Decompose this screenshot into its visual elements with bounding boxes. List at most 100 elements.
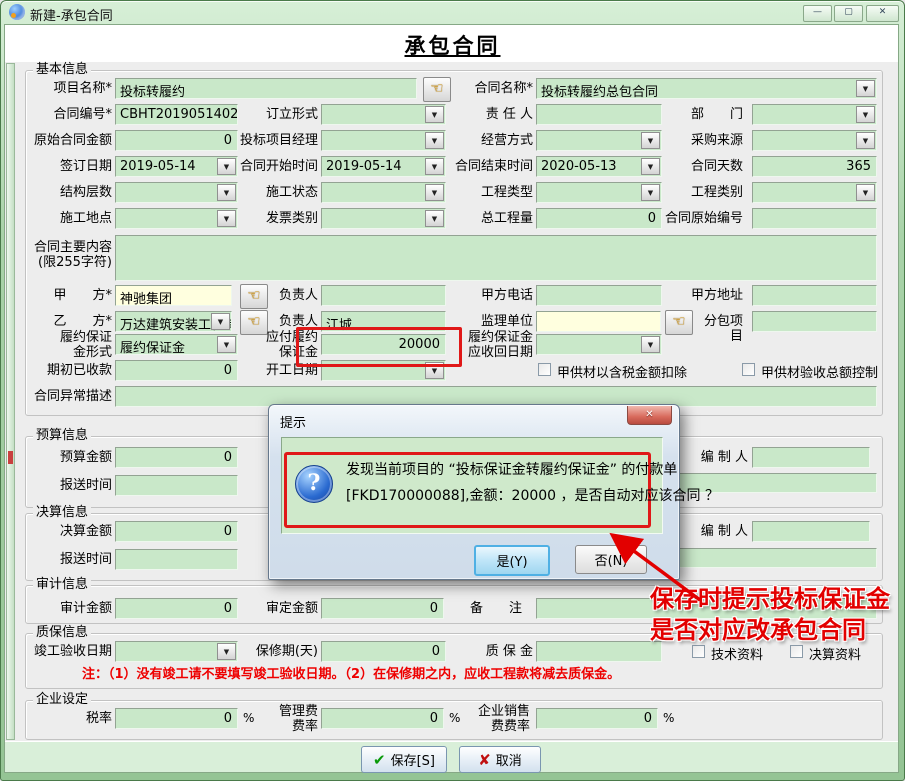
chevron-down-icon[interactable]: ▼	[217, 210, 236, 227]
contract-name-select[interactable]: 投标转履约总包合同▼	[536, 78, 877, 99]
approved-amount-input[interactable]: 0	[321, 598, 444, 619]
settlement-submit-time-input[interactable]	[115, 549, 238, 570]
supervisor-input[interactable]	[536, 311, 661, 332]
label-project-type: 工程类型	[450, 185, 533, 200]
label-location: 施工地点	[25, 211, 112, 226]
party-a-picker-button[interactable]: ☜	[240, 284, 268, 309]
bid-manager-select[interactable]: ▼	[321, 130, 446, 151]
label-original-no: 合同原始编号	[660, 211, 743, 226]
chevron-down-icon[interactable]: ▼	[211, 313, 230, 330]
acceptance-control-checkbox[interactable]	[742, 363, 755, 376]
tech-docs-checkbox[interactable]	[692, 645, 705, 658]
label-party-a-address: 甲方地址	[665, 288, 743, 303]
contract-days-input[interactable]: 365	[752, 156, 877, 177]
initial-received-input[interactable]: 0	[115, 360, 238, 381]
establish-form-select[interactable]: ▼	[321, 104, 446, 125]
start-time-value: 2019-05-14	[326, 159, 402, 174]
chevron-down-icon[interactable]: ▼	[856, 184, 875, 201]
project-type-select[interactable]: ▼	[536, 182, 662, 203]
chevron-down-icon[interactable]: ▼	[641, 132, 660, 149]
retention-input[interactable]	[536, 641, 662, 662]
construction-status-select[interactable]: ▼	[321, 182, 446, 203]
dialog-message: 发现当前项目的 “投标保证金转履约保证金” 的付款单 [FKD170000088…	[346, 457, 646, 509]
label-main-content: 合同主要内容 (限255字符)	[25, 240, 112, 270]
acceptance-date-picker[interactable]: ▼	[115, 641, 238, 662]
management-rate-input[interactable]: 0	[321, 708, 444, 729]
chevron-down-icon[interactable]: ▼	[425, 132, 444, 149]
invoice-type-select[interactable]: ▼	[321, 208, 446, 229]
chevron-down-icon[interactable]: ▼	[425, 210, 444, 227]
chevron-down-icon[interactable]: ▼	[856, 132, 875, 149]
chevron-down-icon[interactable]: ▼	[856, 106, 875, 123]
purchase-source-select[interactable]: ▼	[752, 130, 877, 151]
chevron-down-icon[interactable]: ▼	[425, 106, 444, 123]
party-a-phone-input[interactable]	[536, 285, 662, 306]
supervisor-picker-button[interactable]: ☜	[665, 310, 693, 335]
sign-date-picker[interactable]: 2019-05-14▼	[115, 156, 238, 177]
label-party-b: 乙 方*	[25, 314, 112, 329]
party-a-address-input[interactable]	[752, 285, 877, 306]
question-icon: ?	[295, 465, 333, 503]
label-sign-date: 签订日期	[25, 159, 112, 174]
minimize-button[interactable]: —	[803, 5, 832, 22]
chevron-down-icon[interactable]: ▼	[856, 80, 875, 97]
responsible-input[interactable]	[536, 104, 662, 125]
deposit-form-select[interactable]: 履约保证金▼	[115, 334, 238, 355]
management-rate-unit: %	[449, 711, 460, 725]
deposit-return-date-picker[interactable]: ▼	[536, 334, 662, 355]
tax-rate-input[interactable]: 0	[115, 708, 238, 729]
project-name-input[interactable]: 投标转履约	[115, 78, 417, 99]
project-name-picker-button[interactable]: ☜	[423, 77, 451, 102]
label-retention: 质 保 金	[450, 644, 533, 659]
budget-submit-time-input[interactable]	[115, 475, 238, 496]
budget-amount-input[interactable]: 0	[115, 447, 238, 468]
dialog-yes-button[interactable]: 是(Y)	[474, 545, 550, 576]
chevron-down-icon[interactable]: ▼	[217, 643, 236, 660]
label-party-a: 甲 方*	[25, 288, 112, 303]
subcontract-project-input[interactable]	[752, 311, 877, 332]
project-category-select[interactable]: ▼	[752, 182, 877, 203]
main-content-textarea[interactable]	[115, 235, 877, 281]
label-contract-no: 合同编号*	[25, 107, 112, 122]
chevron-down-icon[interactable]: ▼	[641, 336, 660, 353]
location-select[interactable]: ▼	[115, 208, 238, 229]
party-a-input[interactable]: 神驰集团	[115, 285, 232, 306]
settlement-compiler-input[interactable]	[752, 521, 870, 542]
save-button[interactable]: ✔保存[S]	[361, 746, 447, 773]
department-select[interactable]: ▼	[752, 104, 877, 125]
dialog-close-button[interactable]: ✕	[627, 406, 672, 425]
chevron-down-icon[interactable]: ▼	[425, 158, 444, 175]
settlement-amount-input[interactable]: 0	[115, 521, 238, 542]
original-no-input[interactable]	[752, 208, 877, 229]
sales-rate-input[interactable]: 0	[536, 708, 658, 729]
warranty-period-input[interactable]: 0	[321, 641, 446, 662]
structure-layers-select[interactable]: ▼	[115, 182, 238, 203]
chevron-down-icon[interactable]: ▼	[641, 184, 660, 201]
cancel-button[interactable]: ✘取消	[459, 746, 541, 773]
maximize-button[interactable]: ▢	[834, 5, 863, 22]
label-budget-submit-time: 报送时间	[25, 478, 112, 493]
chevron-down-icon[interactable]: ▼	[641, 158, 660, 175]
settlement-docs-checkbox[interactable]	[790, 645, 803, 658]
end-time-value: 2020-05-13	[541, 159, 617, 174]
footer-band	[5, 741, 898, 773]
party-a-manager-input[interactable]	[321, 285, 446, 306]
chevron-down-icon[interactable]: ▼	[217, 336, 236, 353]
chevron-down-icon[interactable]: ▼	[217, 184, 236, 201]
label-audit-amount: 审计金额	[25, 601, 112, 616]
close-button[interactable]: ✕	[866, 5, 899, 22]
original-amount-input[interactable]: 0	[115, 130, 238, 151]
budget-compiler-input[interactable]	[752, 447, 870, 468]
end-time-picker[interactable]: 2020-05-13 ▼	[536, 156, 662, 177]
chevron-down-icon[interactable]: ▼	[425, 184, 444, 201]
party-b-select[interactable]: 万达建筑安装工程有▼	[115, 311, 232, 332]
tax-deduct-checkbox[interactable]	[538, 363, 551, 376]
audit-amount-input[interactable]: 0	[115, 598, 238, 619]
dialog-no-button[interactable]: 否(N)	[575, 545, 647, 574]
start-time-picker[interactable]: 2019-05-14 ▼	[321, 156, 446, 177]
left-splitter-strip[interactable]	[6, 63, 15, 740]
business-mode-select[interactable]: ▼	[536, 130, 662, 151]
total-quantity-input[interactable]: 0	[536, 208, 662, 229]
contract-no-input[interactable]: CBHT2019051402	[115, 104, 238, 125]
label-end-time: 合同结束时间	[450, 159, 533, 174]
